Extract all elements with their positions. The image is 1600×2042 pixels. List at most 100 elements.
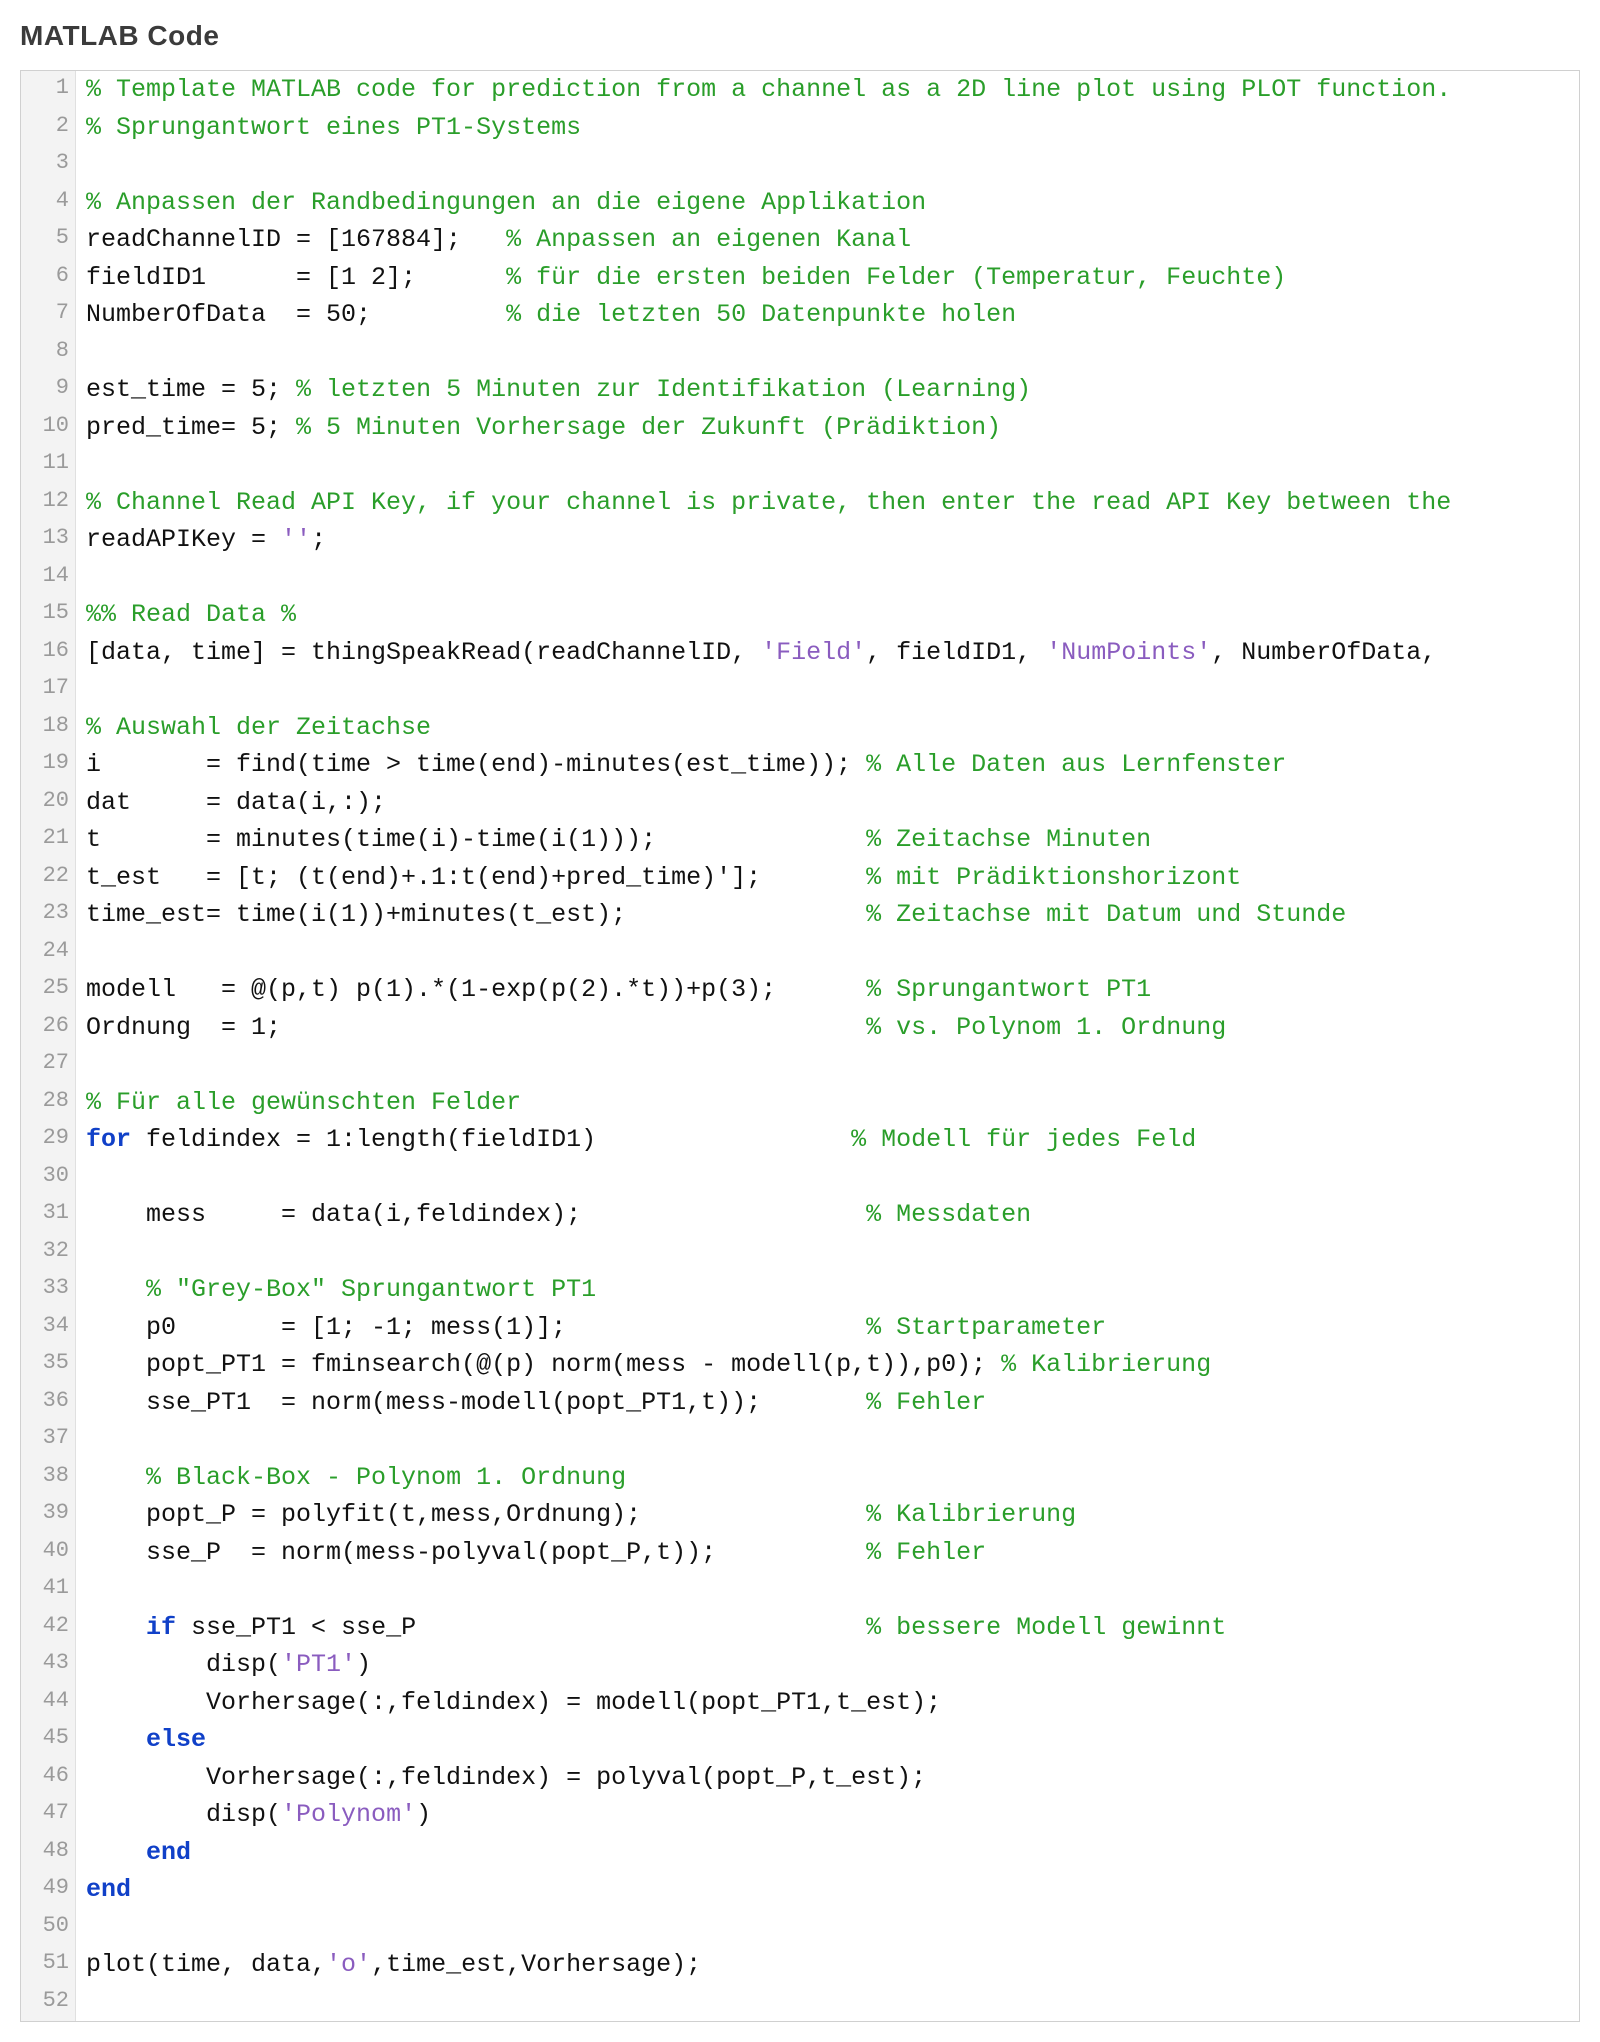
code-token	[86, 1613, 146, 1642]
code-cell[interactable]: % Für alle gewünschten Felder	[76, 1084, 1580, 1122]
line-number: 4	[21, 184, 76, 222]
code-cell[interactable]: Vorhersage(:,feldindex) = polyval(popt_P…	[76, 1759, 1580, 1797]
comment-token: % Template MATLAB code for prediction fr…	[86, 75, 1451, 104]
line-number: 44	[21, 1684, 76, 1722]
code-cell[interactable]: plot(time, data,'o',time_est,Vorhersage)…	[76, 1946, 1580, 1984]
panel-title: MATLAB Code	[20, 20, 1580, 52]
code-cell[interactable]: time_est= time(i(1))+minutes(t_est); % Z…	[76, 896, 1580, 934]
line-number: 23	[21, 896, 76, 934]
code-cell[interactable]: disp('Polynom')	[76, 1796, 1580, 1834]
code-cell[interactable]: Ordnung = 1; % vs. Polynom 1. Ordnung	[76, 1009, 1580, 1047]
code-cell[interactable]	[76, 1571, 1580, 1609]
code-cell[interactable]	[76, 1234, 1580, 1272]
comment-token: % Messdaten	[866, 1200, 1031, 1229]
code-cell[interactable]: Vorhersage(:,feldindex) = modell(popt_PT…	[76, 1684, 1580, 1722]
code-token	[86, 1725, 146, 1754]
code-cell[interactable]	[76, 146, 1580, 184]
code-cell[interactable]	[76, 1909, 1580, 1947]
code-line: 2% Sprungantwort eines PT1-Systems	[21, 109, 1579, 147]
code-cell[interactable]	[76, 446, 1580, 484]
code-cell[interactable]: % Anpassen der Randbedingungen an die ei…	[76, 184, 1580, 222]
code-cell[interactable]	[76, 334, 1580, 372]
code-line: 51plot(time, data,'o',time_est,Vorhersag…	[21, 1946, 1579, 1984]
code-cell[interactable]: if sse_PT1 < sse_P % bessere Modell gewi…	[76, 1609, 1580, 1647]
code-token	[86, 938, 101, 967]
code-line: 5readChannelID = [167884]; % Anpassen an…	[21, 221, 1579, 259]
code-token: t_est = [t; (t(end)+.1:t(end)+pred_time)…	[86, 863, 866, 892]
code-cell[interactable]: disp('PT1')	[76, 1646, 1580, 1684]
code-token	[86, 150, 101, 179]
code-cell[interactable]: end	[76, 1871, 1580, 1909]
string-token: 'PT1'	[281, 1650, 356, 1679]
code-cell[interactable]: popt_P = polyfit(t,mess,Ordnung); % Kali…	[76, 1496, 1580, 1534]
line-number: 37	[21, 1421, 76, 1459]
code-cell[interactable]	[76, 1159, 1580, 1197]
code-cell[interactable]: sse_PT1 = norm(mess-modell(popt_PT1,t));…	[76, 1384, 1580, 1422]
code-cell[interactable]: dat = data(i,:);	[76, 784, 1580, 822]
code-cell[interactable]: % Channel Read API Key, if your channel …	[76, 484, 1580, 522]
code-line: 40 sse_P = norm(mess-polyval(popt_P,t));…	[21, 1534, 1579, 1572]
line-number: 31	[21, 1196, 76, 1234]
code-token: fieldID1 = [1 2];	[86, 263, 506, 292]
code-cell[interactable]: t = minutes(time(i)-time(i(1))); % Zeita…	[76, 821, 1580, 859]
keyword-token: else	[146, 1725, 206, 1754]
code-token	[86, 675, 101, 704]
code-token: , fieldID1,	[866, 638, 1046, 667]
comment-token: % Zeitachse Minuten	[866, 825, 1151, 854]
code-cell[interactable]: [data, time] = thingSpeakRead(readChanne…	[76, 634, 1580, 672]
code-cell[interactable]: readAPIKey = '';	[76, 521, 1580, 559]
code-cell[interactable]	[76, 934, 1580, 972]
code-token	[86, 1913, 101, 1942]
code-cell[interactable]: % Auswahl der Zeitachse	[76, 709, 1580, 747]
code-line: 8	[21, 334, 1579, 372]
line-number: 33	[21, 1271, 76, 1309]
comment-token: % Channel Read API Key, if your channel …	[86, 488, 1451, 517]
line-number: 48	[21, 1834, 76, 1872]
code-line: 41	[21, 1571, 1579, 1609]
comment-token: % Sprungantwort eines PT1-Systems	[86, 113, 581, 142]
code-cell[interactable]: fieldID1 = [1 2]; % für die ersten beide…	[76, 259, 1580, 297]
comment-token: % die letzten 50 Datenpunkte holen	[506, 300, 1016, 329]
code-cell[interactable]: for feldindex = 1:length(fieldID1) % Mod…	[76, 1121, 1580, 1159]
code-token: t = minutes(time(i)-time(i(1)));	[86, 825, 866, 854]
code-cell[interactable]: NumberOfData = 50; % die letzten 50 Date…	[76, 296, 1580, 334]
code-cell[interactable]: est_time = 5; % letzten 5 Minuten zur Id…	[76, 371, 1580, 409]
code-token	[86, 1275, 146, 1304]
comment-token: % mit Prädiktionshorizont	[866, 863, 1241, 892]
code-cell[interactable]: popt_PT1 = fminsearch(@(p) norm(mess - m…	[76, 1346, 1580, 1384]
code-token	[86, 1238, 101, 1267]
code-cell[interactable]: mess = data(i,feldindex); % Messdaten	[76, 1196, 1580, 1234]
code-cell[interactable]: modell = @(p,t) p(1).*(1-exp(p(2).*t))+p…	[76, 971, 1580, 1009]
code-cell[interactable]	[76, 1421, 1580, 1459]
code-cell[interactable]: sse_P = norm(mess-polyval(popt_P,t)); % …	[76, 1534, 1580, 1572]
code-cell[interactable]	[76, 671, 1580, 709]
code-cell[interactable]: % Sprungantwort eines PT1-Systems	[76, 109, 1580, 147]
code-line: 12% Channel Read API Key, if your channe…	[21, 484, 1579, 522]
line-number: 42	[21, 1609, 76, 1647]
code-cell[interactable]: % Black-Box - Polynom 1. Ordnung	[76, 1459, 1580, 1497]
code-cell[interactable]	[76, 1046, 1580, 1084]
code-cell[interactable]: %% Read Data %	[76, 596, 1580, 634]
code-cell[interactable]: readChannelID = [167884]; % Anpassen an …	[76, 221, 1580, 259]
code-line: 9est_time = 5; % letzten 5 Minuten zur I…	[21, 371, 1579, 409]
code-cell[interactable]: pred_time= 5; % 5 Minuten Vorhersage der…	[76, 409, 1580, 447]
code-cell[interactable]: end	[76, 1834, 1580, 1872]
code-cell[interactable]: % Template MATLAB code for prediction fr…	[76, 71, 1580, 109]
code-cell[interactable]: t_est = [t; (t(end)+.1:t(end)+pred_time)…	[76, 859, 1580, 897]
code-cell[interactable]: i = find(time > time(end)-minutes(est_ti…	[76, 746, 1580, 784]
line-number: 41	[21, 1571, 76, 1609]
code-line: 23time_est= time(i(1))+minutes(t_est); %…	[21, 896, 1579, 934]
code-cell[interactable]: p0 = [1; -1; mess(1)]; % Startparameter	[76, 1309, 1580, 1347]
comment-token: % "Grey-Box" Sprungantwort PT1	[146, 1275, 596, 1304]
code-cell[interactable]: else	[76, 1721, 1580, 1759]
code-line: 13readAPIKey = '';	[21, 521, 1579, 559]
code-cell[interactable]: % "Grey-Box" Sprungantwort PT1	[76, 1271, 1580, 1309]
code-token: p0 = [1; -1; mess(1)];	[86, 1313, 866, 1342]
code-line: 16[data, time] = thingSpeakRead(readChan…	[21, 634, 1579, 672]
code-cell[interactable]	[76, 559, 1580, 597]
code-token: modell = @(p,t) p(1).*(1-exp(p(2).*t))+p…	[86, 975, 866, 1004]
code-cell[interactable]	[76, 1984, 1580, 2022]
code-token: Vorhersage(:,feldindex) = modell(popt_PT…	[86, 1688, 941, 1717]
comment-token: % Für alle gewünschten Felder	[86, 1088, 521, 1117]
line-number: 18	[21, 709, 76, 747]
